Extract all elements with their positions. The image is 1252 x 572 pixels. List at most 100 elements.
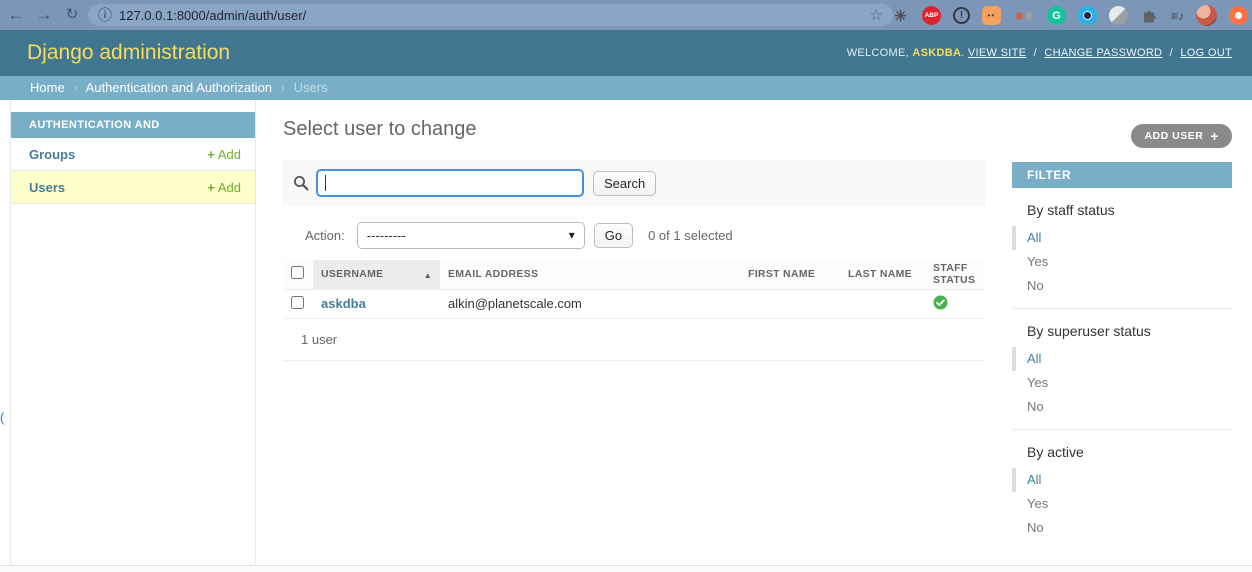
action-selected-option: ---------: [367, 228, 406, 243]
sidebar: AUTHENTICATION AND AUTHORIZATION Groups …: [10, 100, 256, 565]
filter-group-title: By staff status: [1012, 202, 1232, 218]
breadcrumb-home[interactable]: Home: [30, 80, 65, 95]
profile-avatar[interactable]: [1196, 5, 1217, 26]
sidebar-app-title: AUTHENTICATION AND AUTHORIZATION: [11, 112, 255, 138]
plus-icon: +: [207, 180, 215, 195]
welcome-suffix: .: [961, 47, 964, 59]
extensions-puzzle-icon[interactable]: [1140, 6, 1159, 25]
action-select[interactable]: --------- ▾: [357, 222, 585, 249]
go-button[interactable]: Go: [594, 223, 633, 248]
reload-icon[interactable]: ↻: [60, 3, 84, 27]
plus-icon: +: [207, 147, 215, 162]
add-user-label: Add: [218, 180, 241, 195]
filter-option-no[interactable]: No: [1012, 516, 1232, 540]
select-all-checkbox[interactable]: [291, 266, 304, 279]
table-row: askdba alkin@planetscale.com: [283, 289, 985, 318]
filter-group-staff-status: By staff status All Yes No: [1012, 188, 1232, 308]
plus-icon: +: [1210, 129, 1219, 143]
selection-status: 0 of 1 selected: [648, 228, 733, 243]
breadcrumb: Home › Authentication and Authorization …: [0, 76, 1252, 100]
row-checkbox[interactable]: [291, 296, 304, 309]
last-name-cell: [840, 289, 925, 318]
column-header-email[interactable]: EMAIL ADDRESS: [440, 260, 740, 289]
column-header-staff-status[interactable]: STAFF STATUS: [925, 260, 985, 289]
tools-separator: /: [1034, 47, 1037, 59]
address-bar[interactable]: ⓘ 127.0.0.1:8000/admin/auth/user/ ☆: [88, 4, 893, 26]
page: ← → ↻ ⓘ 127.0.0.1:8000/admin/auth/user/ …: [0, 0, 1252, 572]
filter-option-yes[interactable]: Yes: [1012, 371, 1232, 395]
playlist-extension-icon[interactable]: ≡♪: [1171, 6, 1184, 25]
stray-glyph: (: [0, 410, 4, 425]
update-extension-icon[interactable]: [1229, 6, 1248, 25]
select-all-header[interactable]: [283, 260, 313, 289]
site-info-icon[interactable]: ⓘ: [98, 5, 112, 25]
tools-separator: /: [1170, 47, 1173, 59]
first-name-cell: [740, 289, 840, 318]
filter-panel: FILTER By staff status All Yes No By sup…: [1012, 162, 1232, 550]
footer-strip: [0, 565, 1252, 572]
filter-group-active: By active All Yes No: [1012, 429, 1232, 550]
search-input[interactable]: [316, 169, 584, 197]
view-site-link[interactable]: VIEW SITE: [968, 47, 1026, 59]
site-title[interactable]: Django administration: [27, 41, 230, 65]
welcome-text: WELCOME,: [847, 47, 909, 59]
admin-header: Django administration WELCOME, ASKDBA. V…: [0, 30, 1252, 76]
face-extension-icon[interactable]: ••: [982, 6, 1001, 25]
filter-group-title: By superuser status: [1012, 323, 1232, 339]
column-header-username[interactable]: USERNAME▲: [313, 260, 440, 289]
bookmark-star-icon[interactable]: ☆: [870, 6, 883, 24]
gear-extension-icon[interactable]: ✳: [891, 6, 910, 25]
filter-option-all[interactable]: All: [1012, 468, 1232, 492]
breadcrumb-separator: ›: [73, 80, 77, 95]
content: AUTHENTICATION AND AUTHORIZATION Groups …: [0, 100, 1252, 565]
change-password-link[interactable]: CHANGE PASSWORD: [1044, 47, 1162, 59]
username-cell: askdba: [313, 289, 440, 318]
search-bar: Search: [283, 160, 985, 206]
main-content: Select user to change Search Action: ---…: [283, 100, 985, 141]
column-header-first-name[interactable]: FIRST NAME: [740, 260, 840, 289]
add-user-button-label: ADD USER: [1144, 130, 1203, 142]
url-text[interactable]: 127.0.0.1:8000/admin/auth/user/: [119, 8, 864, 23]
username-link[interactable]: askdba: [321, 296, 366, 311]
filter-group-title: By active: [1012, 444, 1232, 460]
add-user-button[interactable]: ADD USER +: [1131, 124, 1232, 148]
grammarly-extension-icon[interactable]: G: [1047, 6, 1066, 25]
users-table: USERNAME▲ EMAIL ADDRESS FIRST NAME LAST …: [283, 260, 985, 319]
forward-icon[interactable]: →: [32, 3, 56, 27]
search-button[interactable]: Search: [593, 171, 656, 196]
filter-option-no[interactable]: No: [1012, 274, 1232, 298]
users-link[interactable]: Users: [29, 180, 65, 195]
eye-extension-icon[interactable]: [1078, 6, 1097, 25]
alert-extension-icon[interactable]: !: [953, 7, 970, 24]
toggle-extension-icon[interactable]: [1013, 6, 1035, 25]
add-group-label: Add: [218, 147, 241, 162]
email-cell: alkin@planetscale.com: [440, 289, 740, 318]
filter-option-yes[interactable]: Yes: [1012, 492, 1232, 516]
filter-option-no[interactable]: No: [1012, 395, 1232, 419]
filter-title: FILTER: [1012, 162, 1232, 188]
page-title: Select user to change: [283, 118, 985, 141]
search-icon: [293, 175, 309, 191]
filter-group-superuser-status: By superuser status All Yes No: [1012, 308, 1232, 429]
log-out-link[interactable]: LOG OUT: [1180, 47, 1232, 59]
filter-option-all[interactable]: All: [1012, 226, 1232, 250]
sidebar-item-users[interactable]: Users +Add: [11, 171, 255, 204]
breadcrumb-auth[interactable]: Authentication and Authorization: [86, 80, 272, 95]
current-username: ASKDBA: [912, 47, 961, 59]
chevron-down-icon: ▾: [569, 228, 575, 242]
orb-extension-icon[interactable]: [1109, 6, 1128, 25]
add-user-sidebar-button[interactable]: +Add: [207, 180, 241, 195]
back-icon[interactable]: ←: [4, 3, 28, 27]
column-header-last-name[interactable]: LAST NAME: [840, 260, 925, 289]
action-label: Action:: [305, 228, 345, 243]
result-count: 1 user: [283, 318, 985, 361]
filter-option-yes[interactable]: Yes: [1012, 250, 1232, 274]
user-tools: WELCOME, ASKDBA. VIEW SITE / CHANGE PASS…: [847, 47, 1232, 59]
adblock-extension-icon[interactable]: ABP: [922, 6, 941, 25]
add-group-button[interactable]: +Add: [207, 147, 241, 162]
filter-option-all[interactable]: All: [1012, 347, 1232, 371]
sort-ascending-icon[interactable]: ▲: [424, 271, 432, 280]
breadcrumb-current: Users: [294, 80, 328, 95]
actions-row: Action: --------- ▾ Go 0 of 1 selected: [283, 220, 985, 250]
groups-link[interactable]: Groups: [29, 147, 75, 162]
